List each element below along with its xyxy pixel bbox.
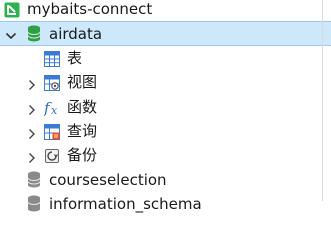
- tree-item-label: 表: [67, 48, 83, 67]
- panel-divider[interactable]: [322, 0, 323, 201]
- table-icon: [44, 50, 60, 67]
- chevron-right-icon[interactable]: [25, 100, 39, 115]
- tree-item-label: airdata: [49, 25, 103, 44]
- function-icon: f x: [43, 99, 64, 117]
- tree-item-label: mybaits-connect: [27, 0, 153, 18]
- tree-item-label: courseselection: [49, 170, 167, 189]
- tree-item-database-courseselection[interactable]: courseselection: [0, 168, 331, 192]
- tree-item-backups[interactable]: 备份: [0, 143, 331, 167]
- tree-item-database-airdata[interactable]: airdata: [0, 21, 331, 46]
- svg-text:x: x: [51, 104, 58, 116]
- tree-item-label: information_schema: [49, 195, 202, 214]
- navigator-tree: mybaits-connect airdata 表 视图 f x 函数 查询 备…: [0, 0, 331, 217]
- tree-item-queries[interactable]: 查询: [0, 119, 331, 143]
- connection-icon: [4, 1, 20, 18]
- chevron-right-icon[interactable]: [25, 75, 39, 91]
- tree-item-functions[interactable]: f x 函数: [0, 95, 331, 119]
- chevron-right-icon[interactable]: [25, 148, 39, 164]
- tree-item-label: 视图: [67, 73, 98, 92]
- tree-item-label: 备份: [67, 146, 98, 165]
- database-icon: [26, 171, 42, 188]
- chevron-down-icon[interactable]: [4, 26, 18, 40]
- chevron-right-icon[interactable]: [25, 124, 39, 139]
- tree-item-connection[interactable]: mybaits-connect: [0, 0, 331, 21]
- tree-item-label: 查询: [67, 121, 98, 140]
- database-icon: [26, 25, 42, 42]
- query-icon: [44, 123, 60, 140]
- backup-icon: [44, 147, 60, 164]
- database-icon: [26, 195, 42, 212]
- tree-item-views[interactable]: 视图: [0, 70, 331, 94]
- tree-item-label: 函数: [67, 97, 98, 116]
- tree-item-tables[interactable]: 表: [0, 46, 331, 70]
- view-icon: [44, 74, 60, 92]
- tree-item-database-information-schema[interactable]: information_schema: [0, 192, 331, 216]
